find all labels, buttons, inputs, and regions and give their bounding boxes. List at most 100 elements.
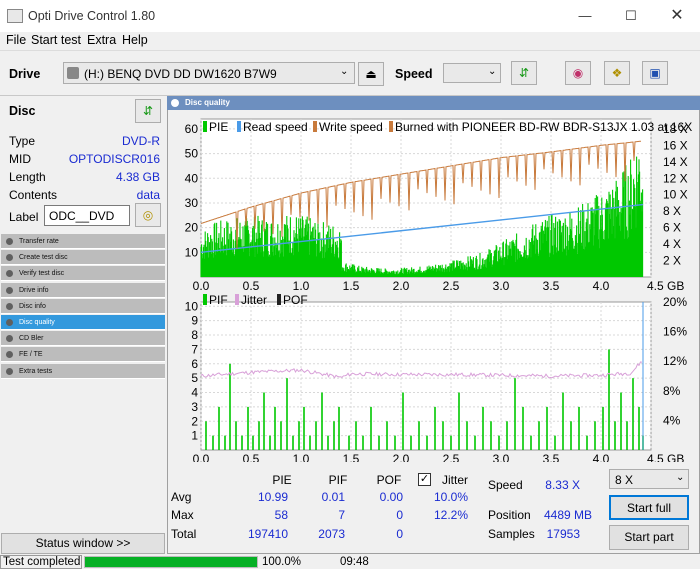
- chevron-down-icon: ⌄: [676, 472, 685, 483]
- y-right-tick-label: 8%: [663, 384, 681, 398]
- nav-item-icon: [6, 319, 13, 326]
- x-tick-label: 0.0: [193, 452, 210, 462]
- legend-swatch: [203, 121, 207, 132]
- disc-type-value: DVD-R: [122, 134, 160, 148]
- refresh-icon: ⇵: [142, 104, 154, 118]
- pif-bar: [578, 406, 580, 450]
- total-pof: 0: [396, 527, 403, 541]
- legend-swatch: [235, 294, 239, 305]
- pif-bar: [418, 421, 420, 450]
- sidebar-item-create-test-disc[interactable]: Create test disc: [1, 250, 165, 266]
- sidebar-item-extra-tests[interactable]: Extra tests: [1, 363, 165, 379]
- elapsed-time: 09:48: [340, 556, 369, 568]
- pif-bar: [224, 435, 226, 450]
- disc-label-label: Label: [9, 210, 39, 224]
- progress-fill: [85, 557, 257, 567]
- sidebar-item-disc-info[interactable]: Disc info: [1, 298, 165, 314]
- legend-label: PIE: [209, 120, 228, 134]
- save-button[interactable]: ▣: [642, 61, 668, 85]
- refresh-speed-button[interactable]: ⇵: [511, 61, 537, 85]
- position-label: Position: [488, 508, 531, 522]
- y-tick-label: 50: [185, 147, 199, 161]
- test-speed-value: 8 X: [615, 473, 634, 487]
- pif-bar: [626, 421, 628, 450]
- menu-file[interactable]: File: [6, 33, 26, 47]
- jitter-checkbox[interactable]: ✓: [418, 473, 431, 486]
- pif-bar: [620, 392, 622, 450]
- samples-label: Samples: [488, 527, 535, 541]
- sidebar-item-verify-test-disc[interactable]: Verify test disc: [1, 266, 165, 282]
- pif-bar: [247, 406, 249, 450]
- sidebar-item-label: Extra tests: [19, 367, 53, 375]
- sidebar-item-disc-quality[interactable]: Disc quality: [1, 315, 165, 330]
- test-speed-select[interactable]: 8 X ⌄: [609, 469, 689, 489]
- y-tick-label: 8: [191, 328, 198, 342]
- y-right-tick-label: 12 X: [663, 171, 688, 185]
- y-right-tick-label: 10 X: [663, 188, 688, 202]
- erase-button[interactable]: ◉: [565, 61, 591, 85]
- pif-bar: [586, 435, 588, 450]
- start-part-button[interactable]: Start part: [609, 525, 689, 550]
- panel-title: Disc quality: [167, 96, 700, 110]
- app-icon: [7, 9, 23, 23]
- disc-contents-value: data: [136, 188, 160, 202]
- legend-label: PIF: [209, 293, 228, 307]
- speed-select[interactable]: ⌄: [443, 63, 501, 83]
- sidebar-item-transfer-rate[interactable]: Transfer rate: [1, 234, 165, 249]
- status-window-button[interactable]: Status window >>: [1, 533, 165, 554]
- drive-select[interactable]: (H:) BENQ DVD DD DW1620 B7W9 ⌄: [63, 62, 355, 84]
- pif-bar: [269, 435, 271, 450]
- minimize-button[interactable]: —: [562, 0, 608, 32]
- copy-icon: ❖: [611, 66, 623, 80]
- chevron-down-icon: ⌄: [340, 66, 349, 77]
- pif-bar: [348, 435, 350, 450]
- pif-bar: [274, 406, 276, 450]
- avg-pif: 0.01: [321, 490, 345, 504]
- stat-header-pie: PIE: [272, 473, 292, 487]
- x-tick-label: 3.0: [493, 452, 510, 462]
- pif-bar: [252, 435, 254, 450]
- samples-value: 17953: [546, 527, 580, 541]
- menu-help[interactable]: Help: [122, 33, 148, 47]
- pif-bar: [394, 435, 396, 450]
- sidebar-item-label: CD Bler: [19, 335, 44, 343]
- pif-bar: [638, 406, 640, 450]
- copy-button[interactable]: ❖: [604, 61, 630, 85]
- nav-item-icon: [6, 254, 13, 262]
- pif-bar: [514, 378, 516, 450]
- legend-swatch: [277, 294, 281, 305]
- maximize-button[interactable]: ☐: [608, 0, 654, 32]
- pie-chart: 0.0 0.5 1.0 1.5 2.0 2.5 3.0 3.5 4.0 4.5 GB6050403…: [185, 118, 692, 293]
- speed-label: Speed: [395, 67, 433, 81]
- disc-refresh-button[interactable]: ⇵: [135, 99, 161, 123]
- start-full-button[interactable]: Start full: [609, 495, 689, 520]
- speed-stat-value: 8.33 X: [545, 478, 580, 492]
- sidebar-item-drive-info[interactable]: Drive info: [1, 282, 165, 298]
- nav-item-icon: [6, 367, 13, 375]
- menu-extra[interactable]: Extra: [87, 33, 116, 47]
- pif-bar: [530, 435, 532, 450]
- pif-bar: [538, 421, 540, 450]
- x-tick-label: 4.0: [593, 452, 610, 462]
- x-tick-label: 3.5: [543, 452, 560, 462]
- disc-label-input[interactable]: ODC__DVD: [44, 205, 130, 226]
- avg-jitter: 10.0%: [433, 490, 468, 504]
- sidebar-item-fe-te[interactable]: FE / TE: [1, 347, 165, 363]
- y-right-tick-label: 12%: [663, 354, 687, 368]
- disc-mid-label: MID: [9, 152, 31, 166]
- legend-label: POF: [283, 293, 308, 307]
- eject-button[interactable]: ⏏: [358, 62, 384, 86]
- menu-start-test[interactable]: Start test: [31, 33, 81, 47]
- close-button[interactable]: ✕: [654, 0, 700, 32]
- stat-header-pof: POF: [376, 473, 402, 487]
- y-right-tick-label: 4 X: [663, 237, 681, 251]
- max-jitter: 12.2%: [433, 508, 468, 522]
- pif-bar: [235, 421, 237, 450]
- disc-contents-label: Contents: [9, 188, 58, 202]
- y-tick-label: 7: [191, 342, 198, 356]
- sidebar-item-cd-bler[interactable]: CD Bler: [1, 331, 165, 347]
- position-value: 4489 MB: [543, 508, 592, 522]
- avg-pie: 10.99: [257, 490, 288, 504]
- disc-quality-icon: [171, 99, 179, 107]
- label-edit-button[interactable]: ◎: [135, 203, 161, 227]
